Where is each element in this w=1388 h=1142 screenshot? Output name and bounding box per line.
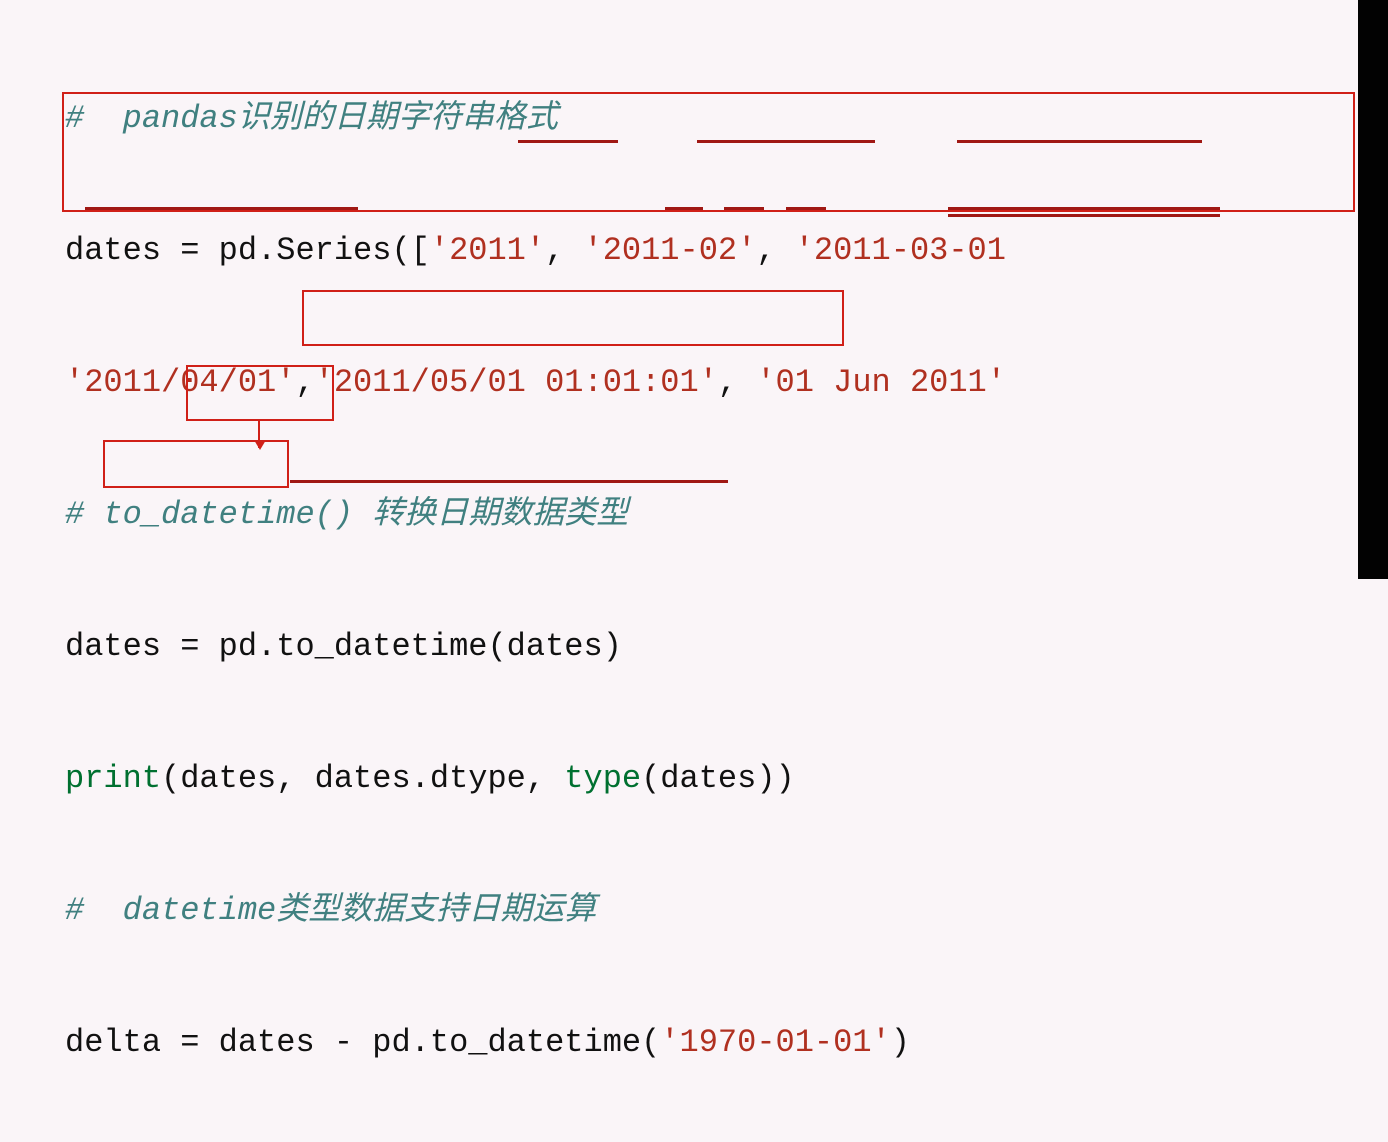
underline-2011 [518, 140, 618, 143]
paren-close: ) [891, 1024, 910, 1061]
underline-01-hour [665, 207, 703, 210]
obj: pd [219, 628, 257, 665]
arg: dates [219, 1024, 334, 1061]
dot: . [257, 628, 276, 665]
gutter [0, 0, 60, 579]
string-2011-03-01: '2011-03-01 [795, 232, 1006, 269]
underline-2011-03-01 [957, 140, 1202, 143]
comma: , [718, 364, 756, 401]
lhs: dates [65, 232, 180, 269]
underline-01-jun-2011 [948, 207, 1220, 210]
string-1970: '1970-01-01' [660, 1024, 890, 1061]
method: Series [276, 232, 391, 269]
arg: dates [180, 760, 276, 797]
lhs: delta [65, 1024, 180, 1061]
bracket-open: ([ [391, 232, 429, 269]
code-line-2: dates = pd.Series(['2011', '2011-02', '2… [65, 218, 1006, 284]
annotation-arrow [258, 420, 260, 448]
paren-close: )) [756, 760, 794, 797]
method: to_datetime [276, 628, 487, 665]
comma: , [756, 232, 794, 269]
underline-2011-02 [697, 140, 875, 143]
string-2011: '2011' [430, 232, 545, 269]
underline-01-min [724, 207, 764, 210]
paren-open: ( [641, 760, 660, 797]
comma: , [545, 232, 583, 269]
code-line-6: print(dates, dates.dtype, type(dates)) [65, 746, 1006, 812]
arg: dates [315, 760, 411, 797]
string-2011-05-01: '2011/05/01 01:01:01' [315, 364, 718, 401]
comment-text: datetime类型数据支持日期运算 [123, 892, 597, 929]
obj: pd [219, 232, 257, 269]
string-01-jun-2011: '01 Jun 2011' [756, 364, 1006, 401]
right-black-margin [1358, 0, 1388, 579]
paren-open: ( [161, 760, 180, 797]
equals: = [180, 232, 218, 269]
paren-open: ( [487, 628, 506, 665]
comment-prefix: # [65, 496, 103, 533]
method: to_datetime [430, 1024, 641, 1061]
code-line-5: dates = pd.to_datetime(dates) [65, 614, 1006, 680]
annotation-box-dates-arg [186, 365, 334, 421]
comment-prefix: # [65, 892, 123, 929]
comma: , [276, 760, 314, 797]
underline-01-sec [786, 207, 826, 210]
print-func: print [65, 760, 161, 797]
dot: . [411, 760, 430, 797]
string-2011-02: '2011-02' [583, 232, 756, 269]
code-line-8: delta = dates - pd.to_datetime('1970-01-… [65, 1010, 1006, 1076]
comma: , [526, 760, 564, 797]
underline-2011-04-01 [85, 207, 358, 210]
comment-text: to_datetime() 转换日期数据类型 [103, 496, 628, 533]
operator: - [334, 1024, 372, 1061]
underline-01-jun-2011-2 [948, 214, 1220, 217]
obj: pd [372, 1024, 410, 1061]
underline-comment [290, 480, 728, 483]
arg: dates [660, 760, 756, 797]
annotation-box-series [62, 92, 1355, 212]
code-line-4: # to_datetime() 转换日期数据类型 [65, 482, 1006, 548]
annotation-box-to-datetime [302, 290, 844, 346]
paren-close: ) [603, 628, 622, 665]
code-line-7: # datetime类型数据支持日期运算 [65, 878, 1006, 944]
equals: = [180, 1024, 218, 1061]
type-func: type [564, 760, 641, 797]
lhs: dates [65, 628, 180, 665]
dot: . [411, 1024, 430, 1061]
arg: dates [507, 628, 603, 665]
dot: . [257, 232, 276, 269]
paren-open: ( [641, 1024, 660, 1061]
attr: dtype [430, 760, 526, 797]
equals: = [180, 628, 218, 665]
